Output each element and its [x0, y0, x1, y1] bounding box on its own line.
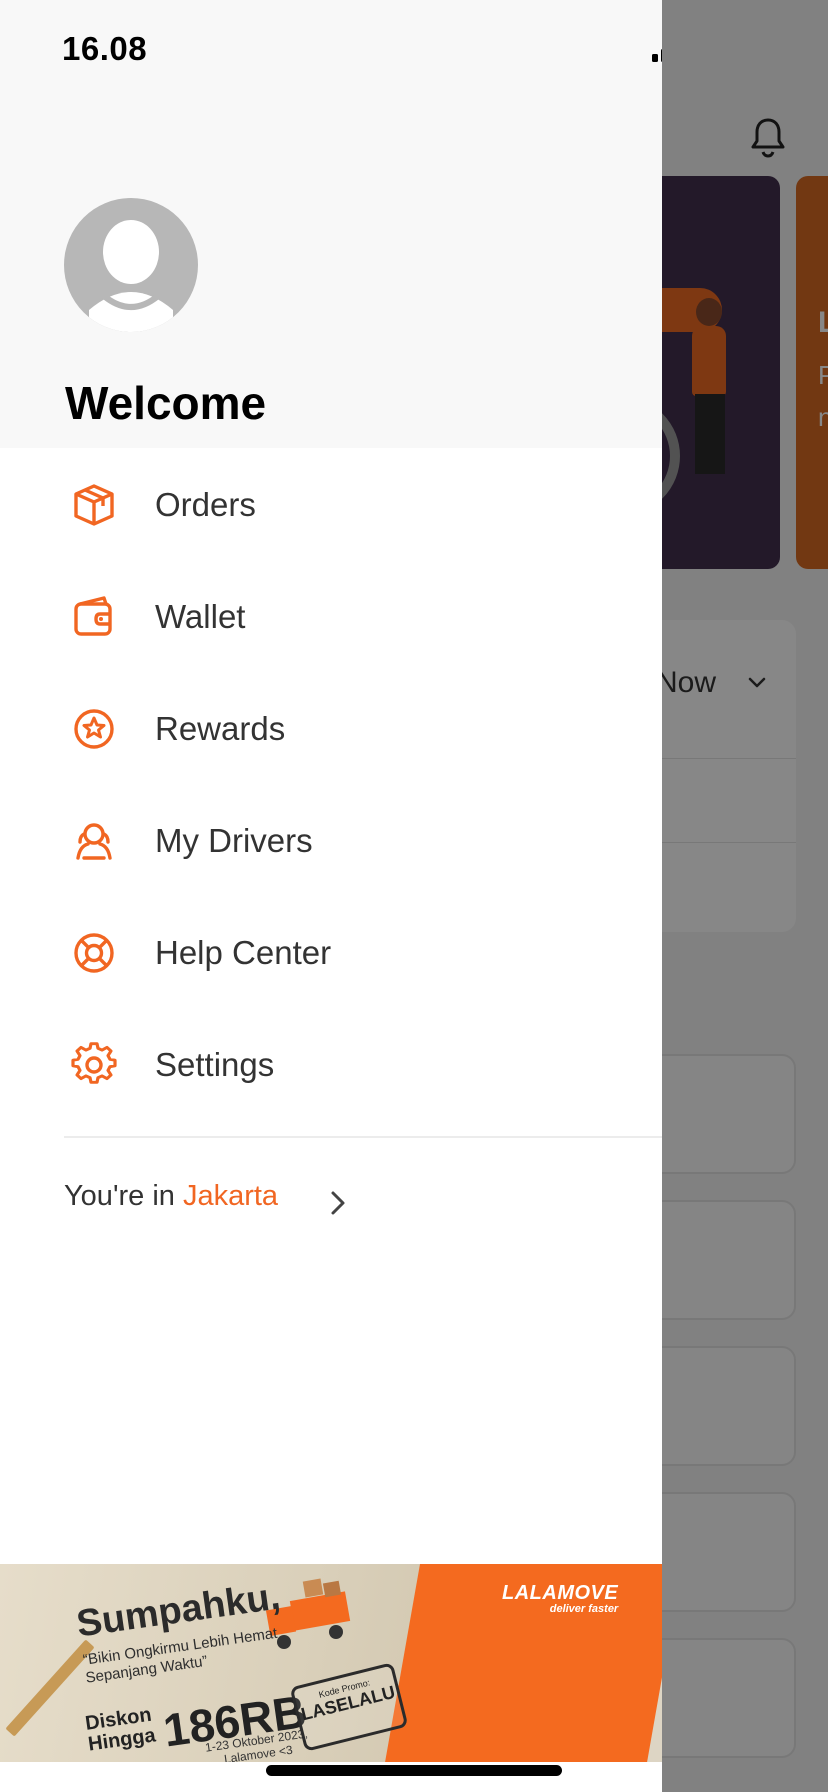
wallet-icon [74, 596, 112, 636]
menu-item-settings[interactable]: Settings [0, 1014, 662, 1114]
drawer-header: 16.08 Welcome [0, 0, 662, 448]
status-icons [652, 34, 662, 71]
brand-name: LALAMOVE [502, 1582, 619, 1604]
package-icon [74, 484, 114, 526]
cellular-signal-icon [652, 49, 662, 62]
brand-tagline: deliver faster [549, 1603, 619, 1615]
location-prefix: You're in [64, 1180, 183, 1212]
menu-divider [64, 1136, 662, 1138]
avatar[interactable] [64, 198, 198, 332]
gear-icon [71, 1042, 117, 1084]
welcome-heading: Welcome [65, 377, 267, 429]
status-time: 16.08 [62, 30, 148, 67]
menu-item-label: Wallet [155, 598, 246, 635]
rewards-star-icon [74, 709, 114, 749]
menu-item-my-drivers[interactable]: My Drivers [0, 790, 662, 890]
lifebuoy-icon [74, 933, 114, 973]
menu-item-label: Help Center [155, 934, 332, 971]
menu-item-label: My Drivers [155, 822, 313, 859]
home-indicator[interactable] [266, 1765, 562, 1776]
menu-item-wallet[interactable]: Wallet [0, 566, 662, 666]
menu-item-label: Rewards [155, 710, 286, 747]
lalamove-logo: LALAMOVE deliver faster [502, 1582, 618, 1615]
menu-item-label: Orders [155, 486, 256, 523]
location-selector[interactable]: You're in Jakarta [64, 1180, 364, 1228]
location-city: Jakarta [182, 1180, 279, 1212]
menu-item-help-center[interactable]: Help Center [0, 902, 662, 1002]
chevron-right-icon [331, 1191, 345, 1215]
drivers-icon [76, 823, 112, 860]
user-silhouette-icon [89, 220, 173, 332]
menu-item-label: Settings [155, 1046, 275, 1083]
menu-item-rewards[interactable]: Rewards [0, 678, 662, 778]
promo-banner[interactable]: Sumpahku, “Bikin Ongkirmu Lebih Hemat Se… [0, 1564, 662, 1762]
navigation-drawer: 16.08 Welcome Orders Wallet Rewards My D… [0, 0, 662, 1792]
menu-item-orders[interactable]: Orders [0, 454, 662, 554]
